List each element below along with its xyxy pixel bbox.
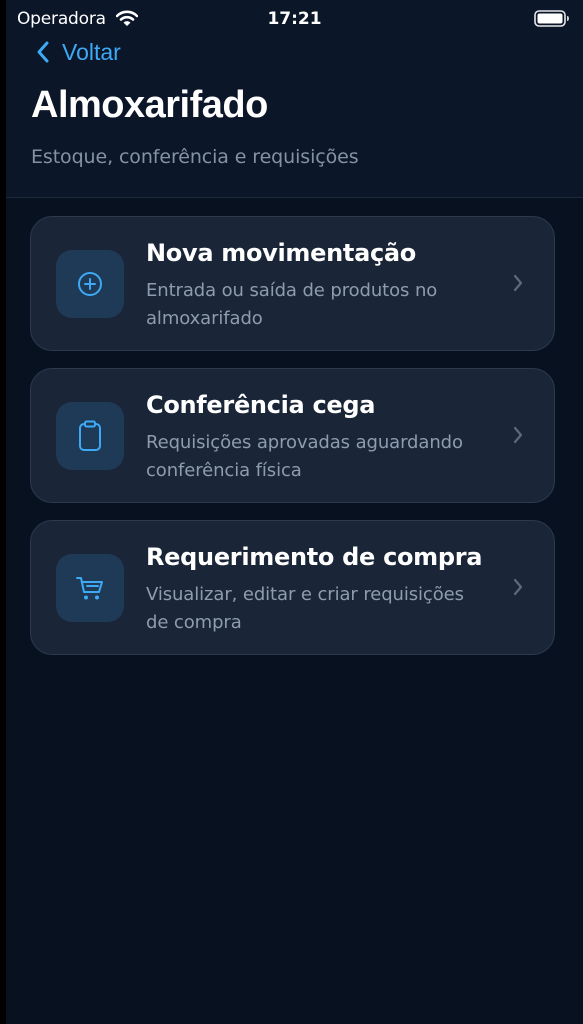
page-subtitle: Estoque, conferência e requisições: [31, 146, 359, 168]
menu-item-title: Requerimento de compra: [146, 543, 483, 571]
menu-item-description: Entrada ou saída de produtos no almoxari…: [146, 280, 438, 329]
back-button[interactable]: Voltar: [36, 36, 121, 68]
icon-tile: [56, 402, 124, 470]
status-bar: Operadora 17:21: [6, 0, 583, 36]
chevron-right-icon: [513, 426, 523, 444]
menu-item-description: Visualizar, editar e criar requisições d…: [146, 584, 464, 633]
page-title: Almoxarifado: [31, 84, 268, 126]
battery-icon: [534, 10, 569, 27]
menu-item-nova-movimentacao[interactable]: Nova movimentação Entrada ou saída de pr…: [30, 216, 555, 351]
plus-circle-icon: [78, 272, 102, 296]
chevron-right-icon: [513, 274, 523, 292]
icon-tile: [56, 250, 124, 318]
chevron-left-icon: [37, 41, 49, 63]
clipboard-icon: [79, 420, 101, 451]
cart-icon: [76, 577, 103, 600]
back-label: Voltar: [62, 38, 121, 65]
menu-item-conferencia-cega[interactable]: Conferência cega Requisições aprovadas a…: [30, 368, 555, 503]
menu-list: Nova movimentação Entrada ou saída de pr…: [30, 216, 555, 672]
app-screen: Voltar Almoxarifado Estoque, conferência…: [6, 0, 583, 1024]
icon-tile: [56, 554, 124, 622]
menu-item-description: Requisições aprovadas aguardando conferê…: [146, 432, 463, 481]
menu-item-requerimento-de-compra[interactable]: Requerimento de compra Visualizar, edita…: [30, 520, 555, 655]
menu-item-title: Conferência cega: [146, 391, 376, 419]
chevron-right-icon: [513, 578, 523, 596]
clock: 17:21: [267, 9, 322, 29]
menu-item-title: Nova movimentação: [146, 239, 416, 267]
